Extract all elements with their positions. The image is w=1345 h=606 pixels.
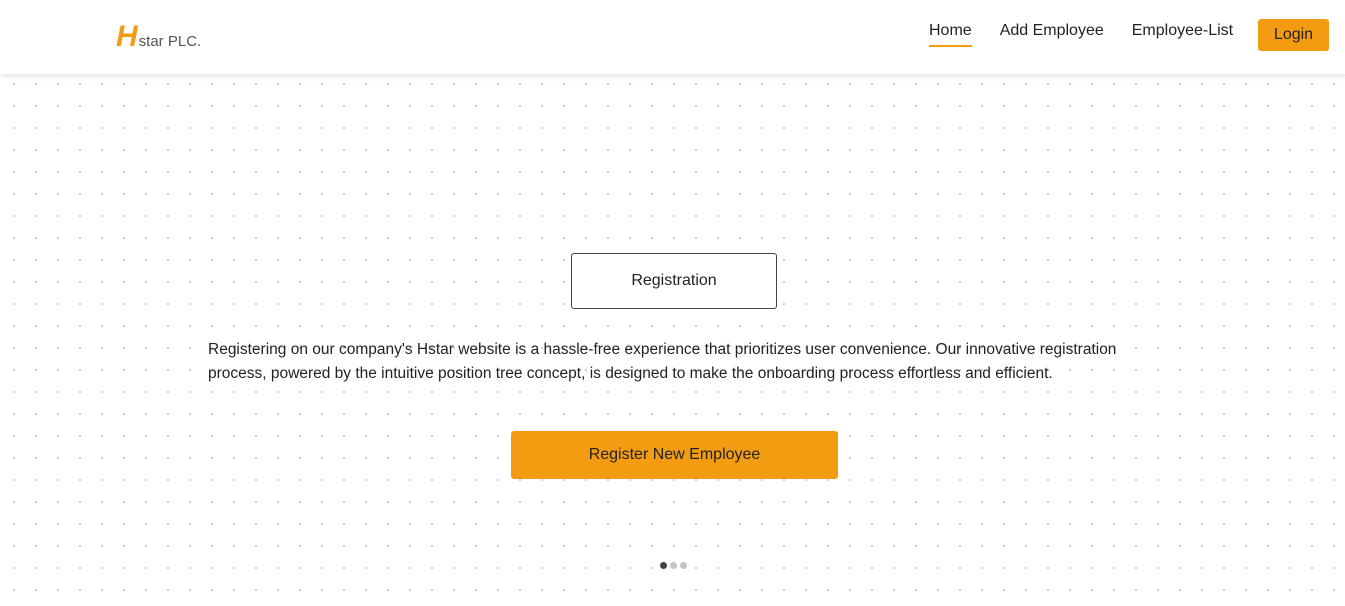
carousel-dot-1[interactable] xyxy=(660,562,667,569)
registration-title-box: Registration xyxy=(571,253,777,309)
nav-add-employee-link[interactable]: Add Employee xyxy=(1000,22,1104,45)
carousel-dot-3[interactable] xyxy=(680,562,687,569)
brand-logo[interactable]: H star PLC. xyxy=(116,22,201,52)
brand-logo-name: star PLC. xyxy=(138,33,202,50)
nav-employee-list-link[interactable]: Employee-List xyxy=(1132,22,1233,45)
top-navbar: H star PLC. Home Add Employee Employee-L… xyxy=(0,0,1345,74)
register-new-employee-button[interactable]: Register New Employee xyxy=(511,431,838,479)
brand-logo-letter: H xyxy=(116,20,138,53)
registration-title: Registration xyxy=(631,272,717,289)
carousel-indicators xyxy=(660,562,687,569)
nav-home-link[interactable]: Home xyxy=(929,22,972,47)
hero-description: Registering on our company's Hstar websi… xyxy=(208,341,1117,382)
nav-menu: Home Add Employee Employee-List xyxy=(929,22,1261,47)
carousel-dot-2[interactable] xyxy=(670,562,677,569)
login-button[interactable]: Login xyxy=(1258,19,1329,51)
